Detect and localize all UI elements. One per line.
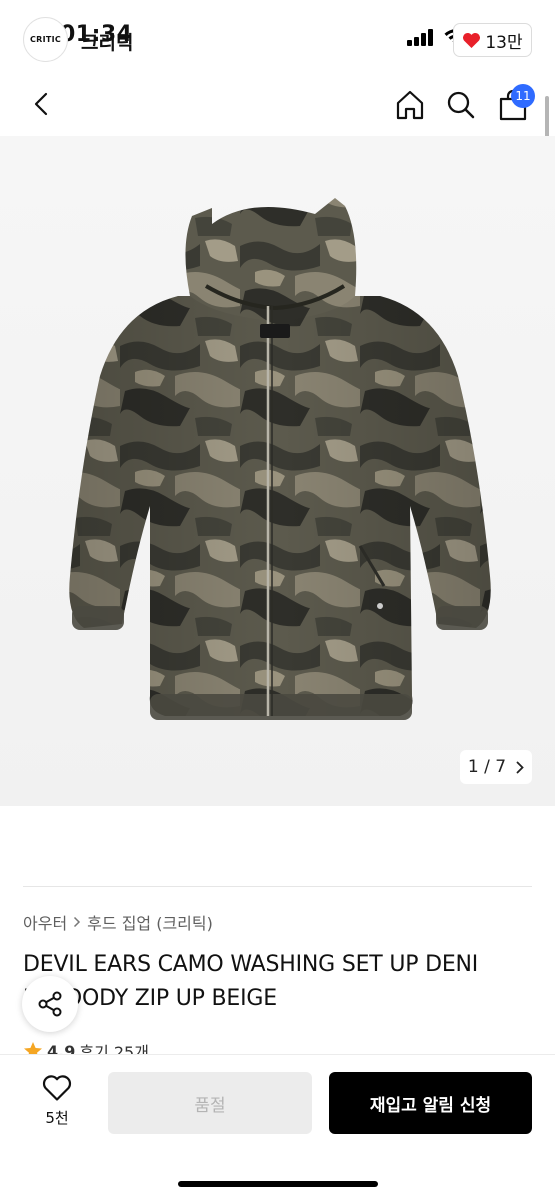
breadcrumb-subcategory[interactable]: 후드 집업 (크리틱) <box>87 910 213 934</box>
product-image <box>69 198 491 720</box>
brand-like-button[interactable]: 13만 <box>453 23 532 57</box>
back-button[interactable] <box>24 86 58 122</box>
search-button[interactable] <box>442 86 480 124</box>
chevron-right-icon <box>516 761 524 773</box>
chevron-left-icon <box>34 92 48 116</box>
brand-name[interactable]: 크리틱 <box>81 28 133 55</box>
product-title: DEVIL EARS CAMO WASHING SET UP DENI M HO… <box>23 948 533 1016</box>
heart-filled-icon <box>463 32 481 48</box>
restock-alert-button[interactable]: 재입고 알림 신청 <box>329 1072 532 1134</box>
heart-outline-icon <box>42 1075 72 1101</box>
brand-logo[interactable]: CRITIC <box>23 17 68 62</box>
brand-like-count: 13만 <box>485 32 523 53</box>
home-icon <box>396 90 424 120</box>
chevron-right-icon <box>74 916 81 928</box>
home-button[interactable] <box>391 86 429 124</box>
wishlist-count: 5천 <box>45 1109 69 1127</box>
breadcrumb: 아우터 후드 집업 (크리틱) <box>23 910 213 934</box>
share-button[interactable] <box>22 976 78 1032</box>
image-counter-text: 1 / 7 <box>467 757 507 777</box>
wishlist-button[interactable]: 5천 <box>30 1074 84 1134</box>
product-image-carousel[interactable] <box>0 136 555 806</box>
cart-count-badge: 11 <box>511 84 535 108</box>
brand-row <box>0 806 555 888</box>
product-title-line1: DEVIL EARS CAMO WASHING SET UP DENI <box>23 952 479 977</box>
cellular-signal-icon <box>407 29 435 46</box>
soldout-button: 품절 <box>108 1072 312 1134</box>
divider <box>23 886 532 887</box>
share-icon <box>38 991 62 1017</box>
product-title-line2: M HOODY ZIP UP BEIGE <box>23 986 277 1011</box>
image-counter[interactable]: 1 / 7 <box>460 750 532 784</box>
home-indicator <box>178 1181 378 1187</box>
search-icon <box>447 91 475 119</box>
breadcrumb-category[interactable]: 아우터 <box>23 910 67 934</box>
